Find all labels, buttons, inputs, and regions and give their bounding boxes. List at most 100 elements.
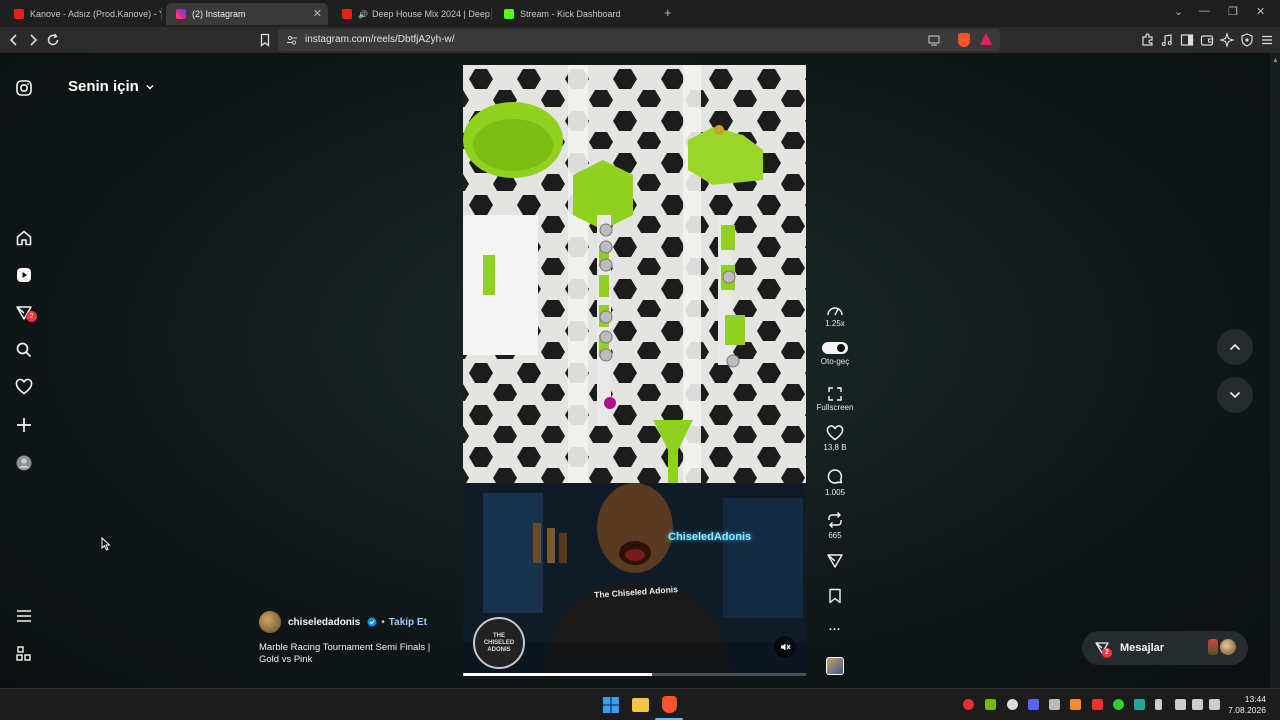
chevron-down-icon	[146, 84, 154, 89]
forward-icon[interactable]	[25, 32, 41, 48]
instagram-page: ▲ Senin için 2 The Chiseled Adonis Chise…	[0, 53, 1280, 688]
vpn-shield-icon[interactable]	[1239, 32, 1255, 48]
messages-button[interactable]: 2 Mesajlar	[1082, 631, 1248, 665]
heart-icon	[826, 425, 844, 441]
like-button[interactable]: 13,8 B	[815, 425, 855, 452]
profile-avatar[interactable]	[14, 453, 34, 473]
more-options-button[interactable]: ...	[815, 621, 855, 633]
menu-icon[interactable]	[14, 606, 34, 626]
speed-icon	[827, 307, 843, 316]
tray-app-icon[interactable]	[1049, 699, 1060, 710]
autoplay-toggle[interactable]: Oto-geç	[815, 341, 855, 366]
playback-speed-button[interactable]: 1.25x	[815, 303, 855, 328]
address-bar[interactable]: instagram.com/reels/DbtfjA2yh-w/	[278, 29, 1000, 51]
muted-speaker-icon	[781, 643, 791, 651]
maximize-button[interactable]: ❐	[1228, 5, 1238, 18]
tray-app-icon[interactable]	[1134, 699, 1145, 710]
file-explorer-icon[interactable]	[632, 698, 649, 712]
chevron-down-icon	[1229, 391, 1241, 399]
author-username[interactable]: chiseledadonis	[288, 617, 360, 628]
sidebar-toggle-icon[interactable]	[1179, 32, 1195, 48]
tray-app-icon[interactable]	[963, 699, 974, 710]
microphone-icon[interactable]	[1155, 699, 1162, 710]
page-scrollbar[interactable]: ▲	[1270, 53, 1280, 688]
fullscreen-button[interactable]: Fullscreen	[815, 387, 855, 412]
apps-icon[interactable]	[14, 644, 34, 664]
home-icon[interactable]	[14, 228, 34, 248]
windows-start-icon[interactable]	[603, 697, 619, 713]
next-reel-button[interactable]	[1217, 377, 1253, 413]
media-music-icon[interactable]	[1159, 32, 1175, 48]
browser-toolbar: instagram.com/reels/DbtfjA2yh-w/	[0, 27, 1280, 53]
leo-ai-icon[interactable]	[1219, 32, 1235, 48]
direct-badge: 2	[26, 311, 37, 322]
share-button[interactable]	[815, 553, 855, 569]
tab-instagram[interactable]: (2) Instagram ✕	[166, 3, 328, 25]
heart-icon[interactable]	[14, 377, 34, 397]
author-separator: •	[381, 616, 385, 628]
vpn-icon[interactable]	[1092, 699, 1103, 710]
reels-icon[interactable]	[14, 265, 34, 285]
volume-icon[interactable]	[1192, 699, 1203, 710]
tab-deep-house[interactable]: 🔊 Deep House Mix 2024 | Deep Ho	[332, 3, 492, 25]
reel-caption[interactable]: Marble Racing Tournament Semi Finals | G…	[259, 642, 439, 666]
site-info-icon[interactable]	[286, 34, 298, 46]
verified-badge-icon	[367, 617, 377, 627]
reel-video[interactable]: The Chiseled Adonis ChiseledAdonis THE C…	[463, 65, 806, 676]
reload-icon[interactable]	[45, 32, 61, 48]
youtube-favicon-icon	[14, 9, 24, 19]
direct-icon[interactable]: 2	[14, 303, 37, 323]
speed-label: 1.25x	[825, 319, 845, 328]
comment-icon	[827, 469, 843, 484]
audio-playing-icon[interactable]: 🔊	[358, 10, 368, 19]
battery-icon[interactable]	[1209, 699, 1220, 710]
streamer-camera: The Chiseled Adonis ChiseledAdonis THE C…	[463, 483, 806, 676]
brave-rewards-icon[interactable]	[980, 33, 992, 45]
neon-sign-text: ChiseledAdonis	[668, 531, 752, 543]
video-progress-bar[interactable]	[463, 673, 806, 676]
browser-menu-icon[interactable]	[1259, 32, 1275, 48]
clock-time: 13:44	[1244, 694, 1266, 704]
tab-title: Deep House Mix 2024 | Deep Ho	[371, 9, 492, 19]
extensions-icon[interactable]	[1140, 32, 1156, 48]
channel-logo-text: THE CHISELED ADONIS	[483, 632, 515, 653]
new-tab-button[interactable]: +	[664, 5, 672, 20]
mute-button[interactable]	[774, 636, 796, 658]
minimize-button[interactable]: —	[1199, 5, 1210, 17]
brave-browser-icon[interactable]	[662, 696, 677, 713]
brave-shields-icon[interactable]	[958, 33, 970, 47]
comment-count: 1.005	[824, 488, 846, 497]
repost-button[interactable]: 665	[815, 511, 855, 540]
tab-kick-dashboard[interactable]: Stream - Kick Dashboard	[494, 3, 654, 25]
discord-icon[interactable]	[1028, 699, 1039, 710]
author-avatar[interactable]	[259, 611, 281, 633]
cast-icon[interactable]	[928, 34, 940, 46]
toggle-icon	[822, 342, 848, 354]
tray-app-icon[interactable]	[1007, 699, 1018, 710]
feed-selector[interactable]: Senin için	[68, 78, 155, 95]
channel-logo: THE CHISELED ADONIS	[473, 617, 525, 669]
message-avatar	[1220, 639, 1236, 655]
url-text: instagram.com/reels/DbtfjA2yh-w/	[305, 34, 455, 45]
tab-youtube-kanove[interactable]: Kanove - Adsız (Prod.Kanove) - YouTube	[4, 3, 162, 25]
plus-icon[interactable]	[14, 415, 34, 435]
previous-reel-button[interactable]	[1217, 329, 1253, 365]
tab-search-chevron-icon[interactable]: ⌄	[1174, 5, 1183, 18]
wallet-icon[interactable]	[1199, 32, 1215, 48]
save-button[interactable]	[815, 588, 855, 604]
back-icon[interactable]	[6, 32, 22, 48]
nvidia-icon[interactable]	[985, 699, 996, 710]
follow-button[interactable]: Takip Et	[389, 617, 427, 628]
network-icon[interactable]	[1175, 699, 1186, 710]
comment-button[interactable]: 1.005	[815, 468, 855, 497]
instagram-favicon-icon	[176, 9, 186, 19]
instagram-logo-icon[interactable]	[14, 78, 34, 98]
search-icon[interactable]	[14, 340, 34, 360]
bookmark-page-icon[interactable]	[257, 32, 273, 48]
close-window-button[interactable]: ✕	[1256, 5, 1265, 18]
audio-track-thumbnail[interactable]	[826, 657, 844, 675]
close-tab-icon[interactable]: ✕	[313, 7, 322, 20]
system-clock[interactable]: 13:44 7.08.2026	[1228, 694, 1266, 716]
tray-app-icon[interactable]	[1070, 699, 1081, 710]
tray-app-icon[interactable]	[1113, 699, 1124, 710]
